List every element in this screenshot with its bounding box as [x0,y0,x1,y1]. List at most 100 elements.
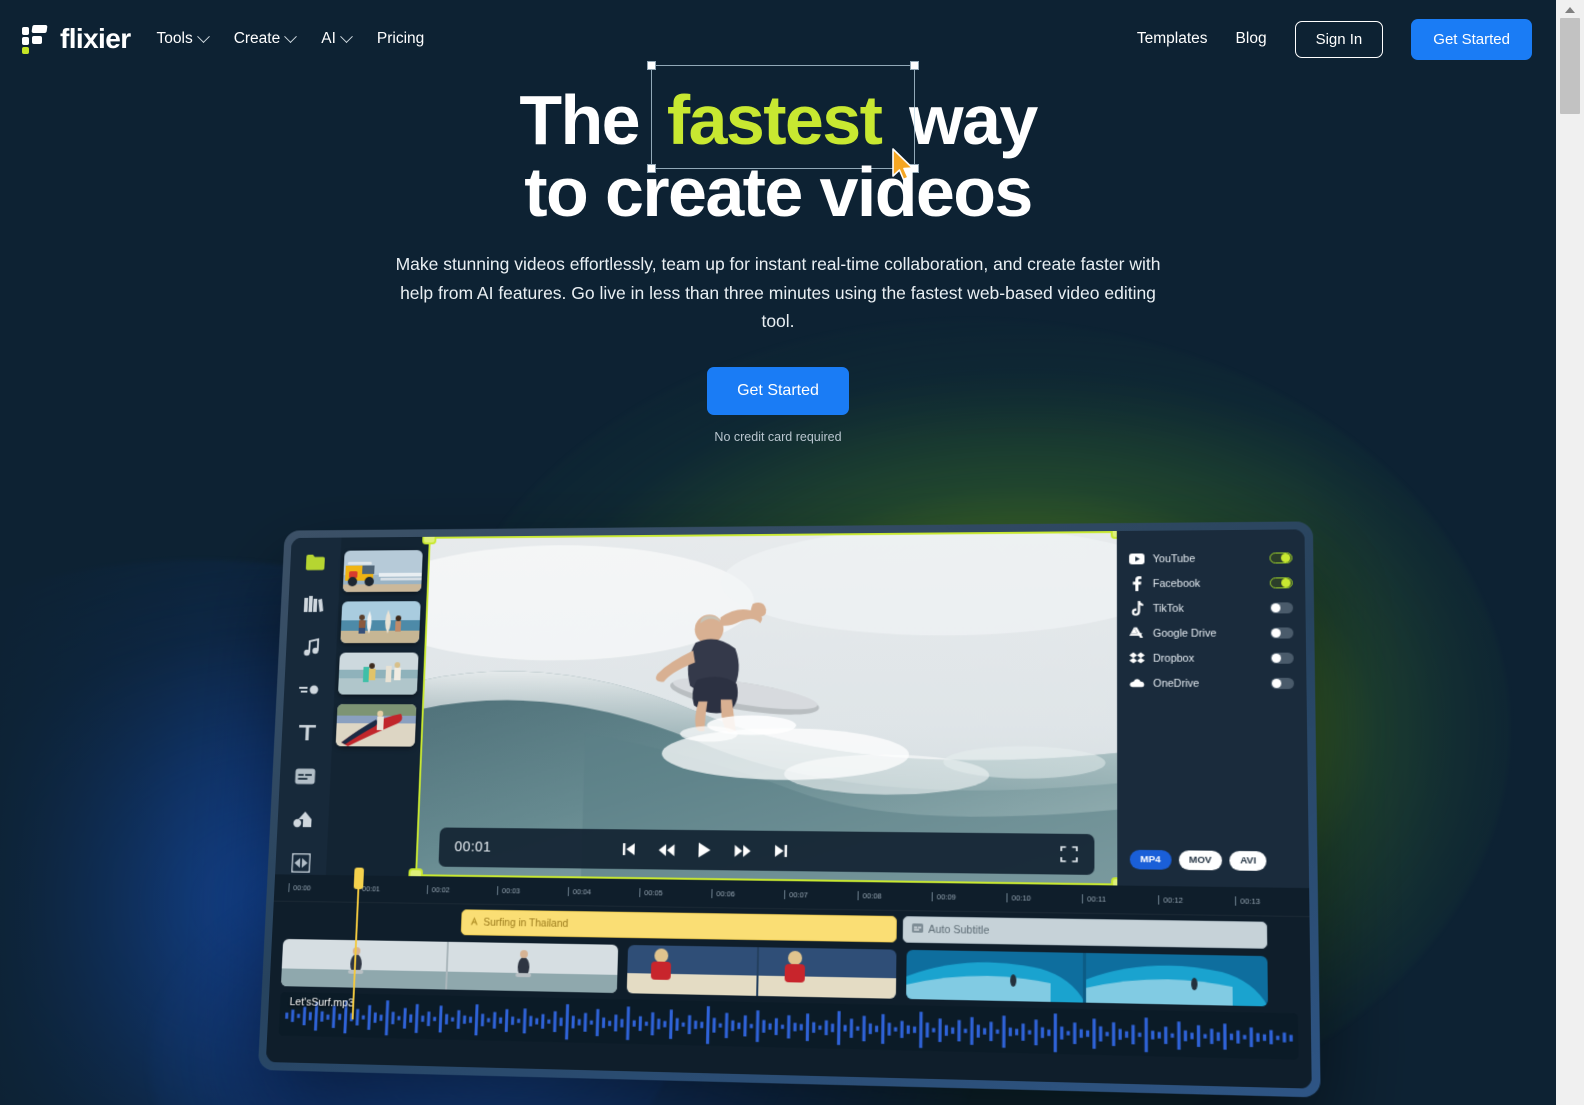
export-label-google-drive: Google Drive [1152,627,1217,640]
fullscreen-icon[interactable] [1060,846,1078,863]
export-toggle-facebook[interactable] [1269,577,1293,589]
video-clip-airborne-surfer[interactable] [280,938,619,994]
page-scrollbar[interactable] [1556,0,1584,1105]
media-library-panel [325,536,431,877]
folder-icon[interactable] [304,551,327,574]
nav-item-blog-label: Blog [1235,30,1267,47]
export-label-dropbox: Dropbox [1153,652,1195,665]
editor-window: 00:01 YouTube Facebook TikTok Google Dri… [257,521,1321,1098]
sign-in-button[interactable]: Sign In [1294,20,1384,58]
nav-item-pricing[interactable]: Pricing [377,30,424,48]
preview-handle-top-right[interactable] [1110,529,1127,539]
hero-cta-wrap: Get Started No credit card required [0,367,1556,444]
nav-links: Tools Create AI Pricing [156,29,424,48]
play-icon[interactable] [697,842,711,858]
media-thumb-truck-beach[interactable] [342,550,423,593]
timeline-tick: 00:04 [572,887,592,897]
library-icon[interactable] [302,593,325,616]
page-title: The fastest way to create videos [0,61,1556,232]
player-transport-controls [621,841,787,859]
rewind-icon[interactable] [658,843,675,856]
text-clip-label: Auto Subtitle [928,923,990,937]
player-time-display: 00:01 [454,839,492,856]
export-label-tiktok: TikTok [1152,602,1184,615]
media-thumb-walking-water[interactable] [337,652,419,695]
nav-item-ai[interactable]: AI [321,29,353,48]
export-toggle-google-drive[interactable] [1270,627,1294,639]
export-label-onedrive: OneDrive [1153,677,1200,690]
get-started-nav-button[interactable]: Get Started [1411,18,1532,60]
music-note-icon[interactable] [300,636,323,659]
export-toggle-dropbox[interactable] [1270,652,1294,664]
skip-forward-icon[interactable] [773,844,787,858]
youtube-icon [1129,551,1145,566]
export-toggle-youtube[interactable] [1269,552,1293,564]
nav-item-blog[interactable]: Blog [1236,30,1267,48]
timeline-tick: 00:00 [293,883,312,893]
text-clip-surfing-in-thailand[interactable]: Surfing in Thailand [460,909,897,943]
headline-highlight-label: fastest [666,81,883,159]
scrollbar-thumb[interactable] [1560,18,1580,114]
text-clip-auto-subtitle[interactable]: Auto Subtitle [902,916,1268,949]
text-A-icon [470,916,479,928]
nav-item-templates[interactable]: Templates [1137,30,1208,48]
nav-item-tools[interactable]: Tools [156,29,210,48]
tiktok-icon [1129,600,1144,616]
export-row-onedrive[interactable]: OneDrive [1129,671,1295,696]
media-thumb-red-surfboard[interactable] [335,704,417,747]
export-row-facebook[interactable]: Facebook [1129,570,1293,596]
export-label-youtube: YouTube [1152,552,1196,565]
no-credit-card-note: No credit card required [714,430,842,445]
timeline-tick: 00:07 [789,890,809,900]
timeline-tick: 00:05 [644,888,663,898]
chevron-down-icon [340,29,353,43]
audio-clip-label: Let'sSurf.mp3 [289,996,355,1010]
format-option-mov[interactable]: MOV [1178,850,1223,871]
export-row-tiktok[interactable]: TikTok [1129,595,1294,621]
get-started-hero-button[interactable]: Get Started [707,367,849,416]
subtitle-icon [911,923,924,935]
format-option-mp4[interactable]: MP4 [1129,849,1172,870]
format-option-avi[interactable]: AVI [1229,850,1267,871]
headline-word-way: way [909,81,1038,159]
timeline-tick: 00:13 [1240,896,1261,907]
export-toggle-onedrive[interactable] [1270,677,1295,690]
fast-forward-icon[interactable] [733,844,751,857]
export-destinations-panel: YouTube Facebook TikTok Google Drive Dro… [1116,529,1310,889]
nav-item-ai-label: AI [321,30,336,47]
audio-clip-lets-surf[interactable]: Let'sSurf.mp3 [278,992,1299,1060]
preview-handle-bottom-right[interactable] [1111,877,1127,893]
chevron-down-icon [284,29,298,43]
nav-item-tools-label: Tools [156,30,193,47]
scroll-up-arrow-icon[interactable] [1565,7,1575,13]
timeline-audio-track: Let'sSurf.mp3 [267,992,1311,1060]
skip-back-icon[interactable] [621,842,635,856]
export-row-youtube[interactable]: YouTube [1129,545,1293,571]
text-clip-label: Surfing in Thailand [483,916,569,930]
nav-item-templates-label: Templates [1136,30,1208,47]
media-thumb-two-surfers[interactable] [340,601,421,644]
video-preview-surfer[interactable]: 00:01 [408,529,1127,893]
subtitles-icon[interactable] [293,764,317,787]
transitions-icon[interactable] [298,678,321,701]
text-tool-icon[interactable] [296,721,319,744]
brand-logo[interactable]: flixier [22,23,131,55]
nav-item-pricing-label: Pricing [376,30,425,47]
export-row-dropbox[interactable]: Dropbox [1129,646,1294,671]
export-row-google-drive[interactable]: Google Drive [1129,620,1294,645]
shapes-icon[interactable] [291,808,315,831]
dropbox-icon [1129,651,1145,666]
video-clip-red-shirt-surfer[interactable] [626,944,897,999]
export-toggle-tiktok[interactable] [1269,602,1294,614]
timeline-tick: 00:03 [501,886,521,896]
editor-timeline: 00:00 00:01 00:02 00:03 00:04 00:05 00:0… [265,871,1312,1089]
nav-item-create[interactable]: Create [234,29,298,48]
hero-subtitle: Make stunning videos effortlessly, team … [395,254,1161,331]
effects-icon[interactable] [289,851,313,875]
nav-right-group: Templates Blog Sign In Get Started [1137,18,1532,60]
headline-word-the: The [519,81,640,159]
headline-line-2: to create videos [524,153,1033,232]
headline-highlight-selected[interactable]: fastest [646,61,920,173]
timeline-tick: 00:06 [716,889,736,899]
video-clip-blue-wave[interactable] [906,949,1268,1007]
